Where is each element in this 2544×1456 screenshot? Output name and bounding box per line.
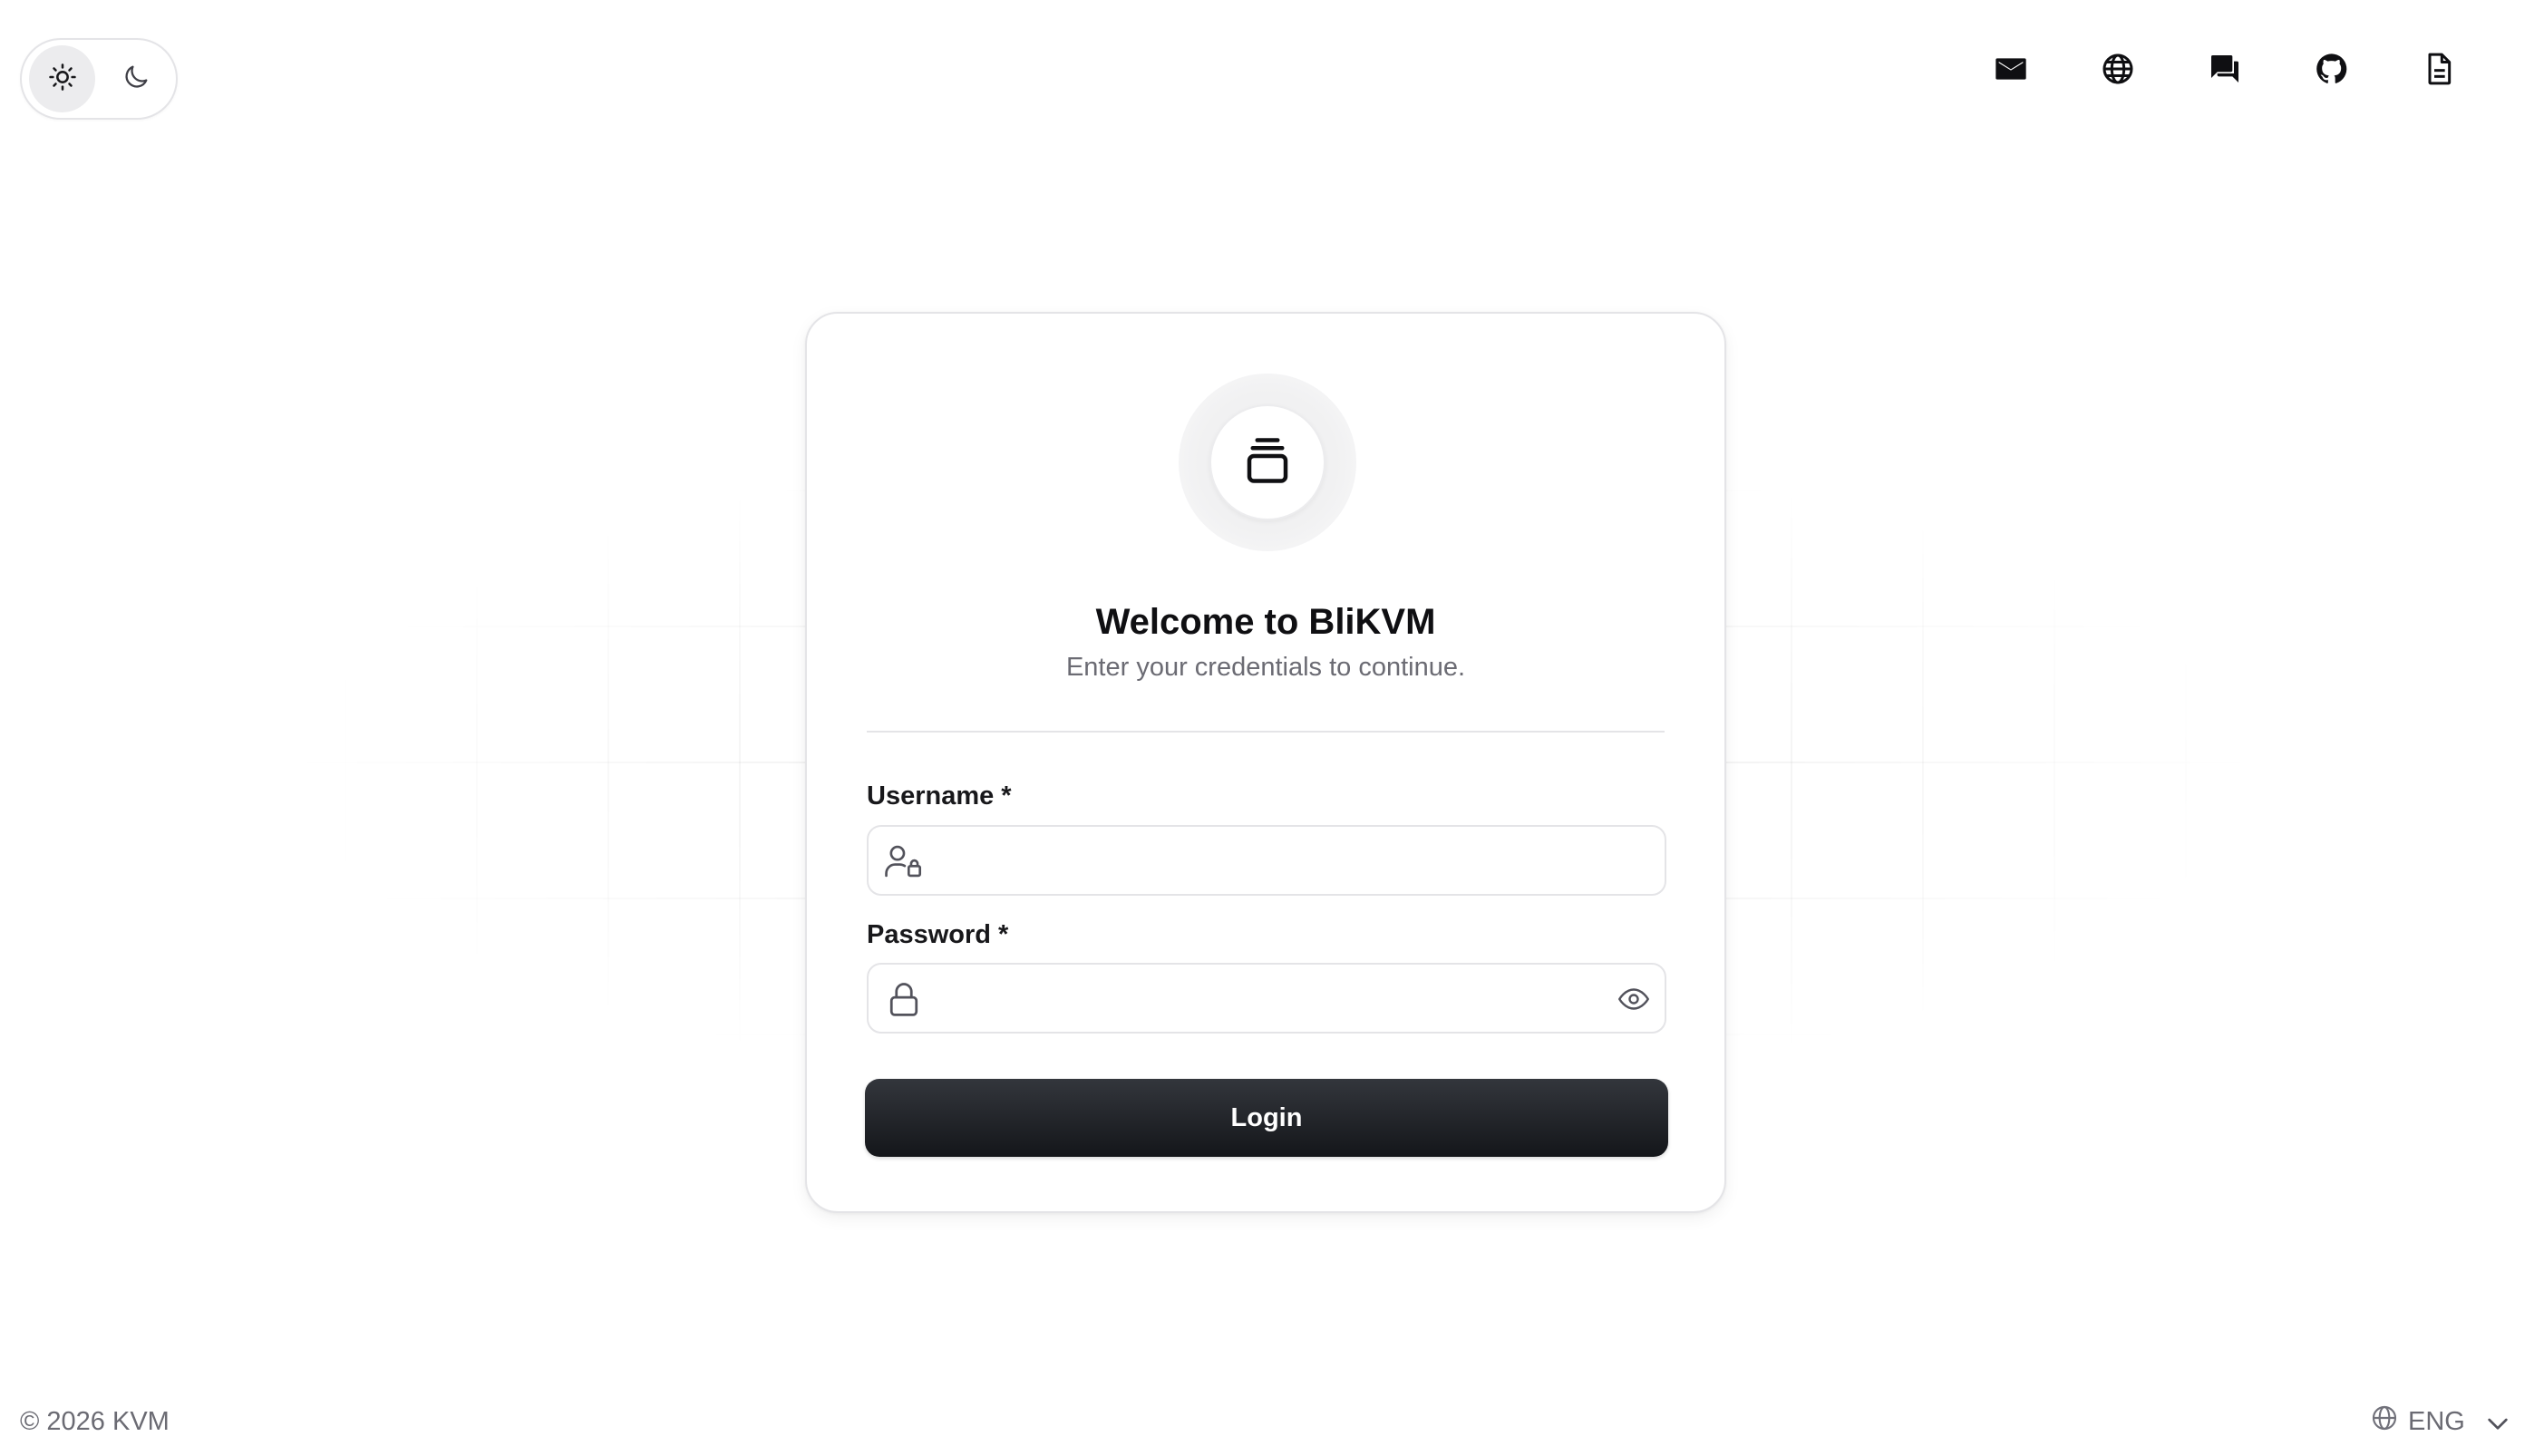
login-button[interactable]: Login xyxy=(865,1079,1668,1157)
user-lock-icon xyxy=(883,841,925,881)
divider xyxy=(867,731,1665,733)
password-input[interactable] xyxy=(945,965,1616,1032)
login-subtitle: Enter your credentials to continue. xyxy=(1065,653,1466,682)
light-theme-button[interactable] xyxy=(29,45,95,112)
mail-icon[interactable] xyxy=(1993,51,2029,87)
login-page: Welcome to BliKVM Enter your credentials… xyxy=(0,0,2544,1456)
top-nav-icons xyxy=(1993,51,2457,87)
lock-icon xyxy=(883,979,925,1019)
dark-theme-button[interactable] xyxy=(102,45,169,112)
chat-icon[interactable] xyxy=(2207,51,2243,87)
theme-toggle xyxy=(20,38,178,120)
document-icon[interactable] xyxy=(2421,51,2457,87)
password-label: Password * xyxy=(867,920,1009,949)
chevron-down-icon xyxy=(2483,1409,2509,1434)
language-label: ENG xyxy=(2408,1406,2465,1436)
username-field[interactable] xyxy=(867,825,1666,896)
logo-circle xyxy=(1209,404,1325,520)
copyright-text: © 2026 KVM xyxy=(20,1407,170,1436)
logo-badge xyxy=(1179,374,1356,551)
moon-icon xyxy=(121,62,151,97)
github-icon[interactable] xyxy=(2314,51,2350,87)
stack-icon xyxy=(1240,433,1295,492)
login-card: Welcome to BliKVM Enter your credentials… xyxy=(805,312,1726,1213)
language-selector[interactable]: ENG xyxy=(2370,1403,2509,1440)
globe-icon[interactable] xyxy=(2100,51,2136,87)
username-input[interactable] xyxy=(945,827,1616,894)
username-label: Username * xyxy=(867,781,1012,811)
eye-icon[interactable] xyxy=(1617,985,1650,1014)
sun-icon xyxy=(47,62,78,97)
globe-icon xyxy=(2370,1403,2399,1440)
login-title: Welcome to BliKVM xyxy=(1095,602,1436,642)
password-field[interactable] xyxy=(867,963,1666,1034)
